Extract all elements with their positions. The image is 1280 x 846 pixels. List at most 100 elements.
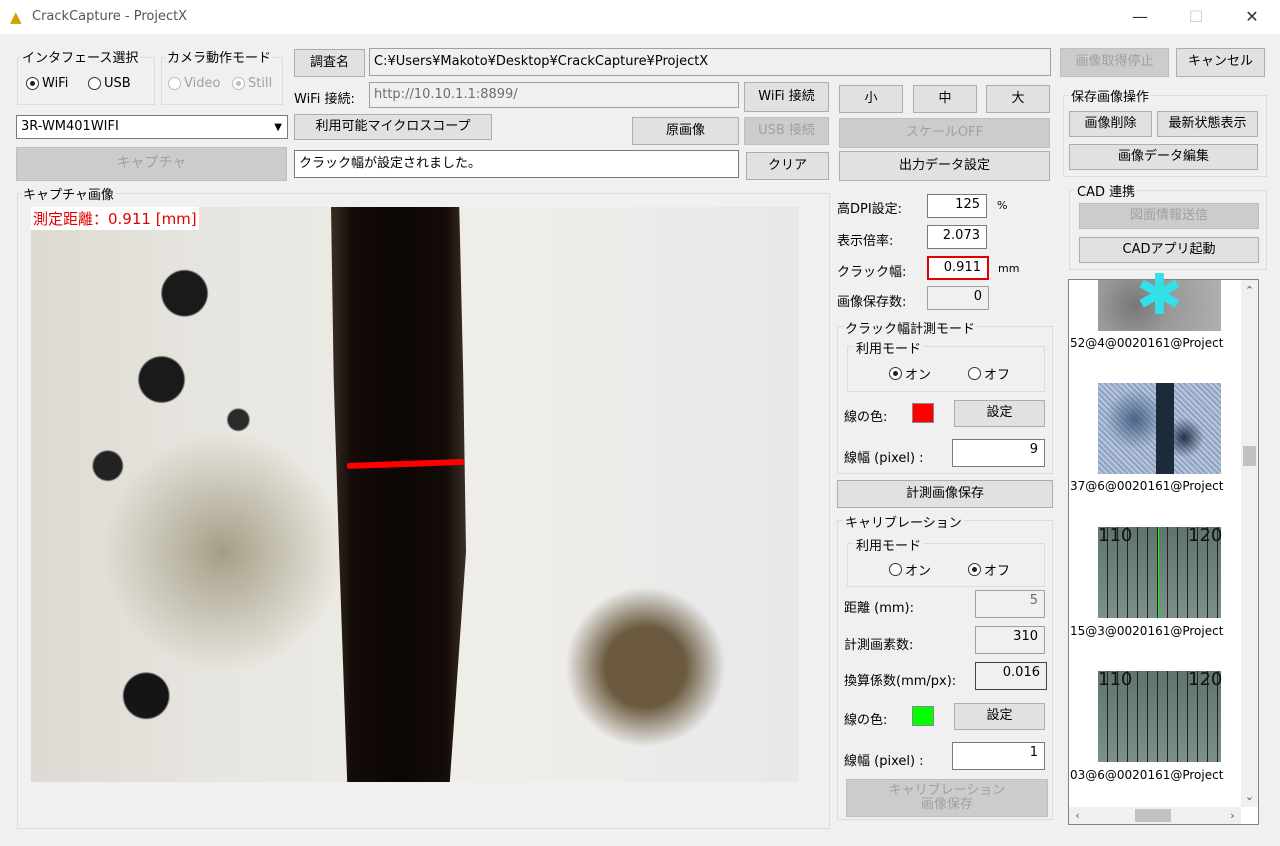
capture-image-group-label: キャプチャ画像 [21, 184, 116, 203]
usb-connect-button[interactable]: USB 接続 [744, 117, 829, 145]
crack-on-dot [889, 367, 902, 380]
clear-button[interactable]: クリア [746, 152, 829, 180]
camera-video-radio[interactable]: Video [168, 76, 220, 91]
captured-crack-image[interactable] [31, 207, 799, 782]
crack-width-value-field: 0.911 [927, 256, 989, 280]
horizontal-scrollbar[interactable]: ‹ › [1069, 807, 1241, 824]
show-latest-button[interactable]: 最新状態表示 [1157, 111, 1258, 137]
asterisk-marker-icon: ✱ [1136, 263, 1183, 328]
zoom-label: 表示倍率: [837, 234, 894, 249]
camera-still-radio[interactable]: Still [232, 76, 272, 91]
calibration-factor-label: 換算係数(mm/px): [844, 674, 957, 689]
zoom-value-field: 2.073 [927, 225, 987, 249]
crack-line-width-label: 線幅 (pixel) : [844, 451, 924, 466]
scale-off-button[interactable]: スケールOFF [839, 118, 1050, 148]
thumbnail-image[interactable] [1098, 383, 1221, 474]
thumbnail-image[interactable]: ✱ [1098, 268, 1221, 331]
calibration-on-radio[interactable]: オン [889, 560, 931, 579]
thumbnail-caption: 15@3@0020161@Project [1070, 624, 1224, 638]
cad-group-label: CAD 連携 [1075, 181, 1138, 200]
maximize-icon[interactable]: ☐ [1174, 4, 1218, 30]
crack-mode-off-radio[interactable]: オフ [968, 364, 1010, 383]
saved-count-label: 画像保存数: [837, 295, 907, 310]
thumbnail-caption: 03@6@0020161@Project [1070, 768, 1224, 782]
interface-group-label: インタフェース選択 [20, 47, 141, 66]
scroll-up-icon[interactable]: ⌃ [1241, 282, 1258, 299]
cancel-button[interactable]: キャンセル [1176, 48, 1265, 77]
delete-image-button[interactable]: 画像削除 [1069, 111, 1152, 137]
wifi-url-field[interactable]: http://10.10.1.1:8899/ [369, 82, 739, 108]
size-medium-button[interactable]: 中 [913, 85, 977, 113]
thumbnail-caption: 52@4@0020161@Project [1070, 336, 1224, 350]
calibration-use-mode-label: 利用モード [854, 535, 924, 554]
crack-mode-on-radio[interactable]: オン [889, 364, 931, 383]
crack-line-width-field[interactable]: 9 [952, 439, 1045, 467]
stop-capture-button[interactable]: 画像取得停止 [1060, 48, 1169, 77]
size-large-button[interactable]: 大 [986, 85, 1050, 113]
vertical-scrollbar[interactable]: ⌃ ⌄ [1241, 280, 1258, 807]
crack-off-dot [968, 367, 981, 380]
output-data-settings-button[interactable]: 出力データ設定 [839, 151, 1050, 181]
calibration-on-dot [889, 563, 902, 576]
dpi-label: 高DPI設定: [837, 202, 903, 217]
calibration-line-color-label: 線の色: [844, 713, 888, 728]
send-drawing-info-button[interactable]: 図面情報送信 [1079, 203, 1259, 229]
calibration-line-width-field[interactable]: 1 [952, 742, 1045, 770]
status-message-field: クラック幅が設定されました。 [294, 150, 739, 178]
wifi-radio-dot [26, 77, 39, 90]
chevron-down-icon: ▼ [274, 122, 282, 133]
wifi-connect-button[interactable]: WiFi 接続 [744, 82, 829, 112]
camera-mode-group-label: カメラ動作モード [165, 47, 274, 66]
scroll-down-icon[interactable]: ⌄ [1241, 788, 1258, 805]
dpi-unit: % [997, 199, 1008, 212]
calibration-off-radio[interactable]: オフ [968, 560, 1010, 579]
edit-image-data-button[interactable]: 画像データ編集 [1069, 144, 1258, 170]
scroll-left-icon[interactable]: ‹ [1069, 807, 1086, 824]
crack-mode-group-label: クラック幅計測モード [843, 318, 978, 337]
capture-button[interactable]: キャプチャ [16, 147, 287, 181]
title-bar: ▲ CrackCapture - ProjectX — ☐ ✕ [0, 0, 1280, 34]
video-radio-dot [168, 77, 181, 90]
thumbnail-image[interactable]: 110 120 [1098, 525, 1222, 618]
available-microscope-button[interactable]: 利用可能マイクロスコープ [294, 114, 492, 140]
horizontal-scroll-thumb[interactable] [1135, 809, 1171, 822]
thumbnail-list[interactable]: ✱ 52@4@0020161@Project 37@6@0020161@Proj… [1068, 268, 1259, 825]
thumbnail-image[interactable]: 110 120 [1098, 669, 1222, 762]
calibration-distance-field[interactable]: 5 [975, 590, 1045, 618]
close-icon[interactable]: ✕ [1230, 4, 1274, 30]
vertical-scroll-thumb[interactable] [1243, 446, 1256, 466]
window-title: CrackCapture - ProjectX [32, 9, 188, 24]
survey-path-field[interactable]: C:¥Users¥Makoto¥Desktop¥CrackCapture¥Pro… [369, 48, 1051, 76]
app-logo-icon: ▲ [10, 8, 22, 26]
thumbnail-caption: 37@6@0020161@Project [1070, 479, 1224, 493]
crack-line-color-set-button[interactable]: 設定 [954, 400, 1045, 427]
save-measurement-image-button[interactable]: 計測画像保存 [837, 480, 1053, 508]
crack-width-unit: mm [998, 262, 1020, 275]
saved-images-group-label: 保存画像操作 [1069, 86, 1152, 105]
crack-line-color-swatch [912, 403, 934, 423]
calibration-image-save-button[interactable]: キャリブレーション 画像保存 [846, 779, 1048, 817]
calibration-distance-label: 距離 (mm): [844, 601, 914, 616]
size-small-button[interactable]: 小 [839, 85, 903, 113]
scroll-right-icon[interactable]: › [1224, 807, 1241, 824]
calibration-group-label: キャリブレーション [843, 512, 964, 531]
interface-usb-radio[interactable]: USB [88, 76, 131, 91]
calibration-factor-field: 0.016 [975, 662, 1047, 690]
original-image-button[interactable]: 原画像 [632, 117, 739, 145]
calibration-line-width-label: 線幅 (pixel) : [844, 754, 924, 769]
minimize-icon[interactable]: — [1118, 4, 1162, 30]
usb-radio-dot [88, 77, 101, 90]
device-select[interactable]: 3R-WM401WIFI ▼ [16, 115, 288, 139]
saved-count-field: 0 [927, 286, 989, 310]
measurement-distance-text: 測定距離：0.911 [mm] [31, 207, 199, 230]
crack-region [331, 207, 466, 782]
wifi-connection-label: WiFi 接続: [294, 92, 355, 107]
still-radio-dot [232, 77, 245, 90]
launch-cad-app-button[interactable]: CADアプリ起動 [1079, 237, 1259, 263]
calibration-line-color-set-button[interactable]: 設定 [954, 703, 1045, 730]
calibration-pixels-field: 310 [975, 626, 1045, 654]
interface-wifi-radio[interactable]: WiFi [26, 76, 68, 91]
calibration-line-color-swatch [912, 706, 934, 726]
calibration-pixels-label: 計測画素数: [844, 638, 914, 653]
survey-name-button[interactable]: 調査名 [294, 49, 365, 77]
